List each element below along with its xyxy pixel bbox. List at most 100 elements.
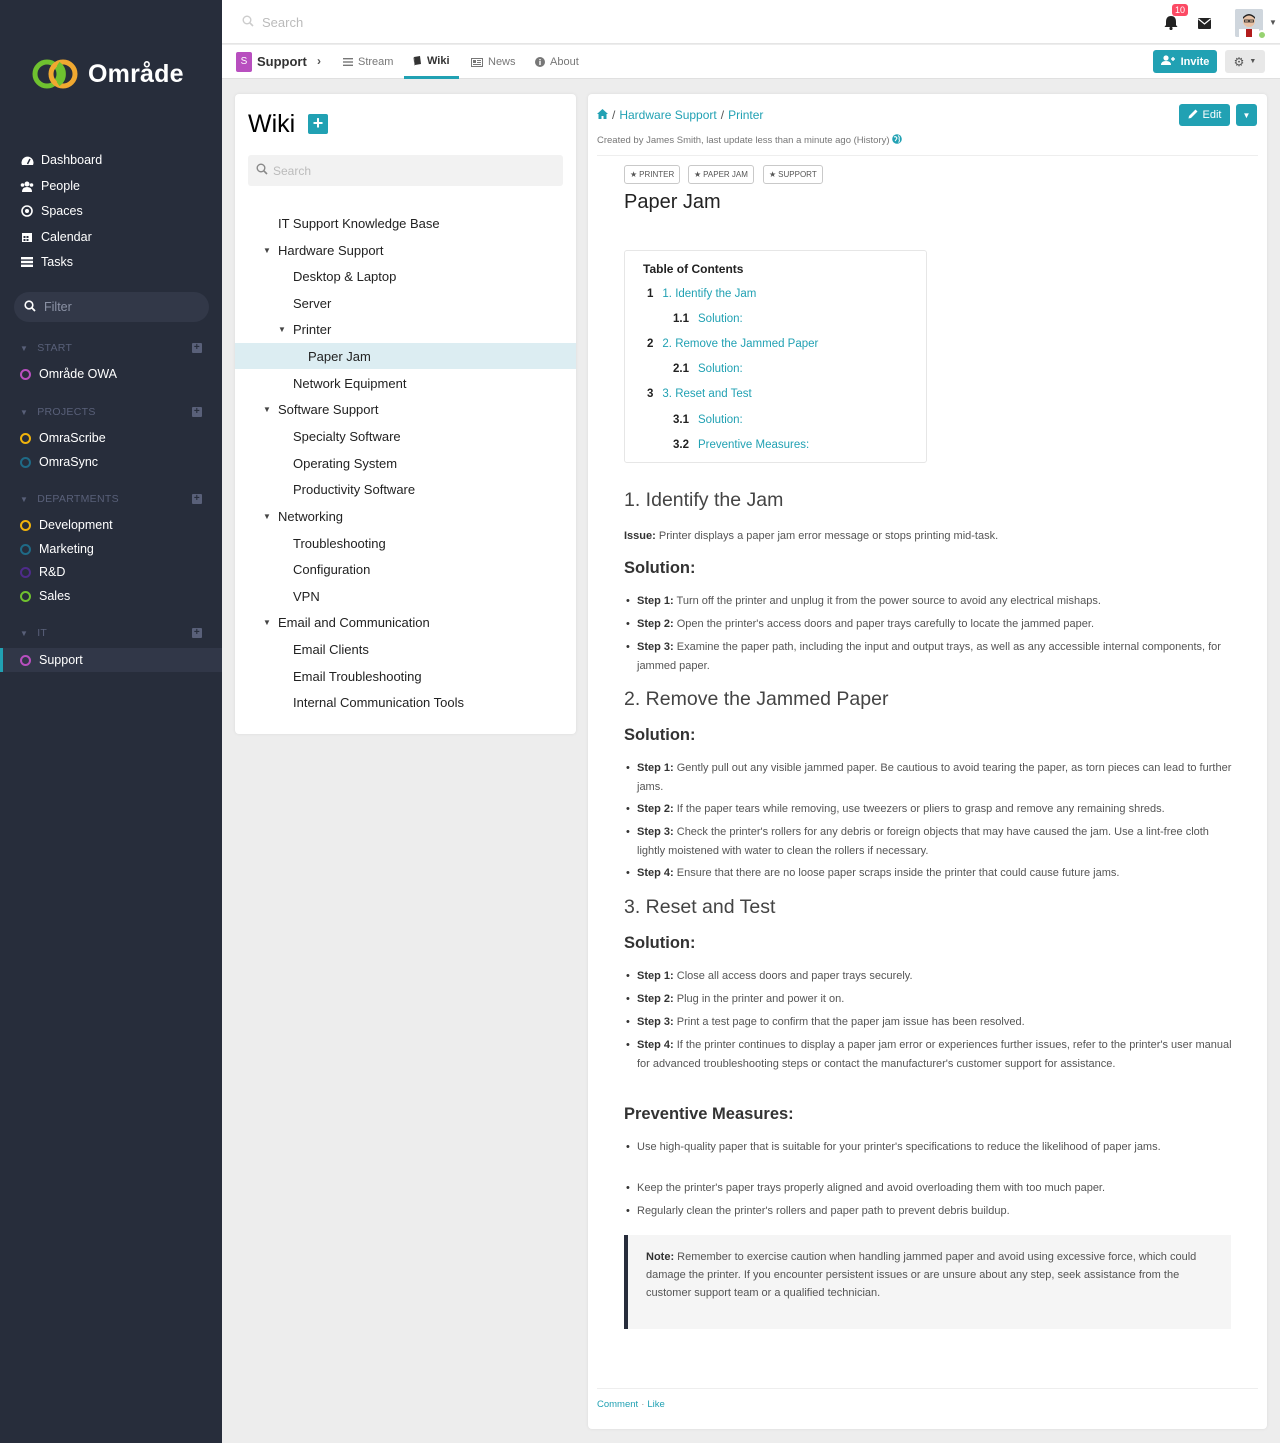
toc-item[interactable]: 2.1 Solution: [673,363,743,375]
space-name[interactable]: Support [257,54,307,69]
tree-item-email-troubleshooting[interactable]: Email Troubleshooting [235,663,576,689]
tree-item-server[interactable]: Server [235,290,576,316]
tree-item-productivity-software[interactable]: Productivity Software [235,476,576,502]
star-icon: ★ [630,170,638,179]
nav-spaces[interactable]: Spaces [20,204,83,218]
caret-down-icon[interactable]: ▼ [263,246,271,255]
caret-down-icon[interactable]: ▼ [263,405,271,414]
tree-item-network-equipment[interactable]: Network Equipment [235,370,576,396]
edit-page-button[interactable]: Edit [1179,104,1230,126]
space-item-rnd[interactable]: R&D [0,560,222,584]
chevron-right-icon: › [317,54,321,68]
home-icon[interactable] [597,108,608,122]
app-logo[interactable]: Område [30,56,184,92]
wiki-search-input[interactable]: Search [248,155,563,186]
toc-title: Table of Contents [643,262,744,276]
tree-item-it-support-knowledge-base[interactable]: IT Support Knowledge Base [235,210,576,236]
add-space-icon[interactable]: + [192,343,202,353]
list-item: Step 3: Print a test page to confirm tha… [626,1013,1237,1032]
stream-icon [343,58,353,66]
add-page-button[interactable]: + [308,114,328,134]
space-item-omrade-owa[interactable]: Område OWA [0,362,222,386]
tree-item-vpn[interactable]: VPN [235,583,576,609]
solution-heading: Solution: [624,559,696,577]
tree-item-specialty-software[interactable]: Specialty Software [235,423,576,449]
like-link[interactable]: Like [647,1399,664,1410]
toc-item[interactable]: 3.2 Preventive Measures: [673,439,809,451]
bell-icon[interactable] [1164,15,1178,33]
note-blockquote: Note: Remember to exercise caution when … [624,1235,1231,1329]
section-start[interactable]: ▼ START + [20,342,202,354]
section-it[interactable]: ▼ IT + [20,627,202,639]
tree-item-operating-system[interactable]: Operating System [235,450,576,476]
tree-item-networking[interactable]: ▼ Networking [235,503,576,529]
breadcrumb-link-hardware-support[interactable]: Hardware Support [619,108,716,122]
toc-item[interactable]: 2 2. Remove the Jammed Paper [647,338,818,350]
space-item-omrasync[interactable]: OmraSync [0,450,222,474]
breadcrumb-link-printer[interactable]: Printer [728,108,763,122]
caret-down-icon[interactable]: ▼ [1269,18,1277,27]
space-color-dot [20,566,31,578]
toc-item[interactable]: 1 1. Identify the Jam [647,288,756,300]
add-space-icon[interactable]: + [192,494,202,504]
toc-item[interactable]: 1.1 Solution: [673,313,743,325]
tree-item-internal-communication-tools[interactable]: Internal Communication Tools [235,689,576,715]
nav-calendar[interactable]: Calendar [20,230,92,244]
tree-item-paper-jam[interactable]: Paper Jam [235,343,576,369]
wiki-title: Wiki [248,110,296,138]
add-space-icon[interactable]: + [192,628,202,638]
sidebar-filter-input[interactable]: Filter [14,292,209,322]
tree-item-desktop-laptop[interactable]: Desktop & Laptop [235,263,576,289]
page-footer: Comment · Like [597,1399,665,1410]
edit-options-dropdown[interactable]: ▼ [1236,104,1257,126]
space-item-development[interactable]: Development [0,513,222,537]
section-projects[interactable]: ▼ PROJECTS + [20,406,202,418]
topic-tag-support[interactable]: ★ SUPPORT [763,165,823,184]
pencil-icon [1188,109,1198,122]
calendar-icon [20,230,34,244]
online-status-dot [1257,30,1267,40]
people-icon [20,179,34,193]
space-settings-button[interactable]: ⚙ ▼ [1225,50,1265,73]
topic-tag-printer[interactable]: ★ PRINTER [624,165,681,184]
space-item-support[interactable]: Support [0,648,222,672]
add-space-icon[interactable]: + [192,407,202,417]
nav-people[interactable]: People [20,179,80,193]
tab-wiki[interactable]: Wiki [404,45,459,79]
list-item: Step 3: Check the printer's rollers for … [626,823,1237,860]
tree-item-configuration[interactable]: Configuration [235,556,576,582]
topic-tag-paper-jam[interactable]: ★ PAPER JAM [688,165,754,184]
list-item: Step 1: Turn off the printer and unplug … [626,592,1237,611]
caret-down-icon[interactable]: ▼ [263,512,271,521]
mail-icon[interactable] [1198,17,1211,32]
tab-stream[interactable]: Stream [343,45,393,79]
tab-about[interactable]: About [535,45,579,79]
tree-item-hardware-support[interactable]: ▼ Hardware Support [235,237,576,263]
tree-item-troubleshooting[interactable]: Troubleshooting [235,530,576,556]
nav-tasks[interactable]: Tasks [20,255,73,269]
global-search-input[interactable]: Search [242,15,303,30]
solution-heading: Solution: [624,726,696,744]
space-color-dot [20,456,31,468]
section-departments[interactable]: ▼ DEPARTMENTS + [20,493,202,505]
toc-item[interactable]: 3.1 Solution: [673,414,743,426]
space-color-dot [20,368,31,380]
tree-item-software-support[interactable]: ▼ Software Support [235,396,576,422]
tree-item-email-clients[interactable]: Email Clients [235,636,576,662]
space-item-sales[interactable]: Sales [0,584,222,608]
tab-news[interactable]: News [471,45,516,79]
list-item: Step 2: Open the printer's access doors … [626,615,1237,634]
notification-badge: 10 [1172,4,1189,16]
caret-down-icon[interactable]: ▼ [263,618,271,627]
tree-item-email-and-communication[interactable]: ▼ Email and Communication [235,609,576,635]
space-item-omrascribe[interactable]: OmraScribe [0,426,222,450]
tree-item-printer[interactable]: ▼ Printer [235,316,576,342]
tasks-icon [20,255,34,269]
caret-down-icon[interactable]: ▼ [278,325,286,334]
toc-item[interactable]: 3 3. Reset and Test [647,388,752,400]
space-item-marketing[interactable]: Marketing [0,537,222,561]
nav-dashboard[interactable]: Dashboard [20,153,102,167]
invite-button[interactable]: Invite [1153,50,1217,73]
comment-link[interactable]: Comment [597,1399,638,1410]
section-heading: 3. Reset and Test [624,896,776,918]
